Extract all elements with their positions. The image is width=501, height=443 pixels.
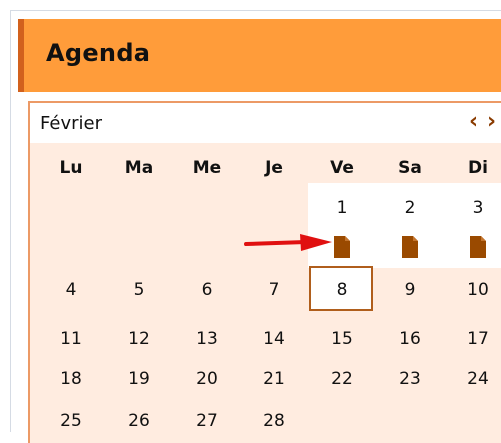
next-month-button[interactable]: › (487, 109, 496, 135)
calendar-day[interactable]: 24 (448, 369, 501, 389)
calendar-day[interactable]: 10 (448, 280, 501, 300)
calendar-day[interactable]: 19 (109, 369, 169, 389)
prev-month-button[interactable]: ‹ (469, 109, 478, 135)
calendar-day[interactable]: 26 (109, 411, 169, 431)
weekday-header: Lu (59, 158, 83, 178)
calendar-day[interactable]: 6 (177, 280, 237, 300)
calendar-day[interactable]: 17 (448, 329, 501, 349)
calendar-day[interactable]: 14 (244, 329, 304, 349)
calendar-day[interactable]: 9 (380, 280, 440, 300)
calendar-day[interactable]: 27 (177, 411, 237, 431)
calendar-day[interactable]: 4 (41, 280, 101, 300)
calendar-day-today[interactable]: 8 (312, 280, 372, 300)
weekday-header: Sa (398, 158, 422, 178)
calendar-day[interactable]: 20 (177, 369, 237, 389)
calendar-toolbar: Février ‹ › (30, 103, 501, 143)
calendar-day[interactable]: 7 (244, 280, 304, 300)
agenda-widget: Agenda Février ‹ › Lu Ma Me Je Ve Sa Di … (10, 10, 501, 443)
red-arrow-icon (244, 234, 332, 251)
calendar-day[interactable]: 13 (177, 329, 237, 349)
calendar: Février ‹ › Lu Ma Me Je Ve Sa Di 1 2 3 4… (28, 101, 501, 443)
weekday-header: Je (265, 158, 283, 178)
agenda-title: Agenda (46, 39, 151, 67)
calendar-day[interactable]: 3 (448, 198, 501, 218)
calendar-day[interactable]: 23 (380, 369, 440, 389)
month-label: Février (40, 113, 102, 134)
calendar-day[interactable]: 16 (380, 329, 440, 349)
weekday-header: Me (192, 158, 222, 178)
calendar-day[interactable]: 11 (41, 329, 101, 349)
calendar-day[interactable]: 1 (312, 198, 372, 218)
agenda-header: Agenda (18, 19, 501, 92)
weekday-header: Ma (124, 158, 154, 178)
document-icon[interactable] (468, 236, 488, 258)
weekday-header: Di (468, 158, 488, 178)
calendar-day[interactable]: 15 (312, 329, 372, 349)
calendar-day[interactable]: 18 (41, 369, 101, 389)
document-icon[interactable] (332, 236, 352, 258)
document-icon[interactable] (400, 236, 420, 258)
calendar-day[interactable]: 25 (41, 411, 101, 431)
calendar-day[interactable]: 22 (312, 369, 372, 389)
calendar-day[interactable]: 5 (109, 280, 169, 300)
calendar-day[interactable]: 2 (380, 198, 440, 218)
calendar-day[interactable]: 28 (244, 411, 304, 431)
calendar-day[interactable]: 12 (109, 329, 169, 349)
calendar-day[interactable]: 21 (244, 369, 304, 389)
weekday-header: Ve (330, 158, 354, 178)
